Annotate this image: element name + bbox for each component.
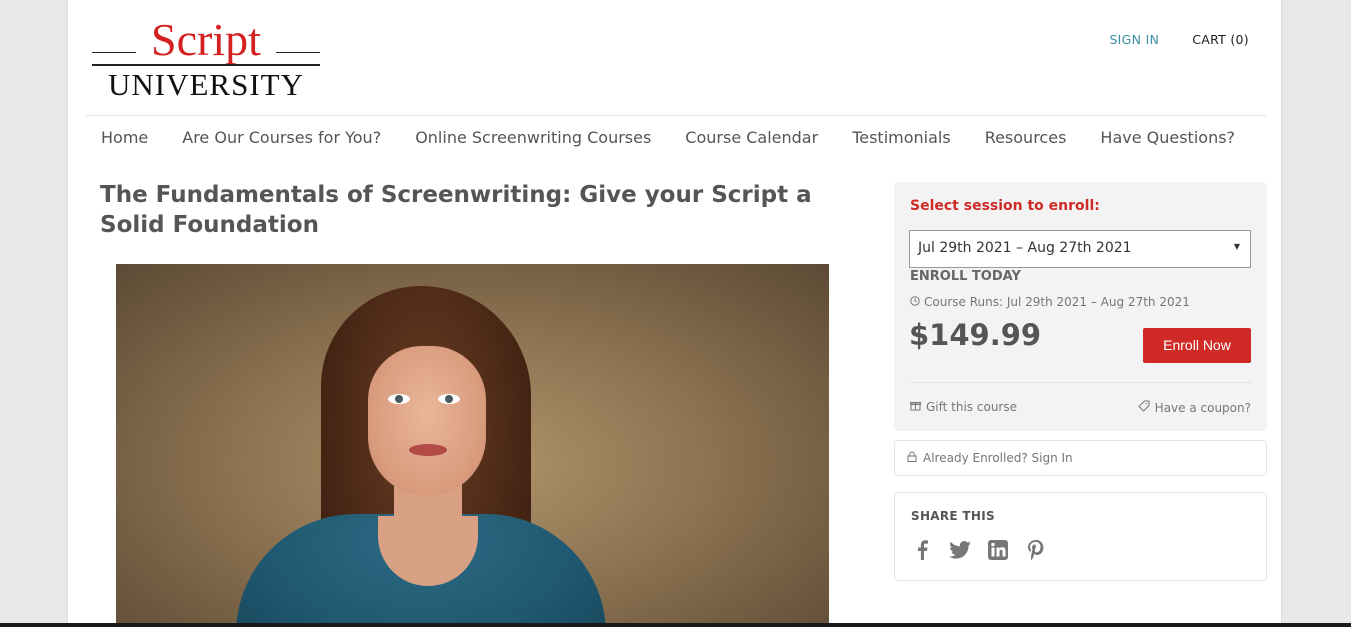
nav-item-online-screenwriting-courses[interactable]: Online Screenwriting Courses xyxy=(415,128,651,147)
select-session-label: Select session to enroll: xyxy=(910,198,1100,214)
already-enrolled-label: Already Enrolled? Sign In xyxy=(923,451,1073,465)
header-divider xyxy=(86,115,1266,116)
gift-course-link[interactable]: Gift this course xyxy=(910,400,1017,414)
enroll-divider xyxy=(910,382,1251,383)
enroll-panel: Select session to enroll: Jul 29th 2021 … xyxy=(894,182,1267,431)
tag-icon xyxy=(1137,400,1150,415)
session-select-value: Jul 29th 2021 – Aug 27th 2021 xyxy=(918,240,1132,256)
course-runs: Course Runs: Jul 29th 2021 – Aug 27th 20… xyxy=(910,295,1190,309)
coupon-label: Have a coupon? xyxy=(1154,400,1251,415)
lock-icon xyxy=(907,451,917,465)
logo-university-text: UNIVERSITY xyxy=(108,67,304,102)
page-container: Script UNIVERSITY SIGN IN CART (0) Home … xyxy=(67,0,1282,627)
share-panel: SHARE THIS xyxy=(894,492,1267,581)
enroll-now-button[interactable]: Enroll Now xyxy=(1143,328,1251,363)
twitter-icon[interactable] xyxy=(949,539,971,561)
pinterest-icon[interactable] xyxy=(1025,539,1047,561)
already-enrolled-link[interactable]: Already Enrolled? Sign In xyxy=(894,440,1267,476)
course-runs-text: Course Runs: Jul 29th 2021 – Aug 27th 20… xyxy=(924,295,1190,309)
script-university-logo[interactable]: Script UNIVERSITY xyxy=(90,14,322,104)
nav-item-home[interactable]: Home xyxy=(101,128,148,147)
nav-item-have-questions[interactable]: Have Questions? xyxy=(1100,128,1235,147)
nav-item-course-calendar[interactable]: Course Calendar xyxy=(685,128,818,147)
course-title: The Fundamentals of Screenwriting: Give … xyxy=(100,182,812,238)
course-price: $149.99 xyxy=(909,318,1042,352)
dropdown-caret-icon: ▼ xyxy=(1233,242,1240,251)
gift-course-label: Gift this course xyxy=(926,400,1017,414)
share-icons xyxy=(911,539,1047,561)
sign-in-link[interactable]: SIGN IN xyxy=(1109,32,1159,47)
enroll-today-label: ENROLL TODAY xyxy=(910,269,1021,284)
logo-script-text: Script xyxy=(151,14,261,65)
main-nav: Home Are Our Courses for You? Online Scr… xyxy=(101,128,1269,147)
header-links: SIGN IN CART (0) xyxy=(1109,32,1249,47)
course-video[interactable] xyxy=(116,264,829,627)
share-this-label: SHARE THIS xyxy=(911,509,995,523)
gift-icon xyxy=(910,400,921,414)
nav-item-testimonials[interactable]: Testimonials xyxy=(852,128,951,147)
facebook-icon[interactable] xyxy=(911,539,933,561)
bottom-bar xyxy=(0,623,1351,627)
session-select[interactable]: Jul 29th 2021 – Aug 27th 2021 ▼ xyxy=(909,230,1251,268)
nav-item-are-our-courses-for-you[interactable]: Are Our Courses for You? xyxy=(182,128,381,147)
linkedin-icon[interactable] xyxy=(987,539,1009,561)
nav-item-resources[interactable]: Resources xyxy=(985,128,1067,147)
coupon-link[interactable]: Have a coupon? xyxy=(1137,400,1251,415)
clock-icon xyxy=(910,295,920,309)
cart-link[interactable]: CART (0) xyxy=(1192,32,1249,47)
